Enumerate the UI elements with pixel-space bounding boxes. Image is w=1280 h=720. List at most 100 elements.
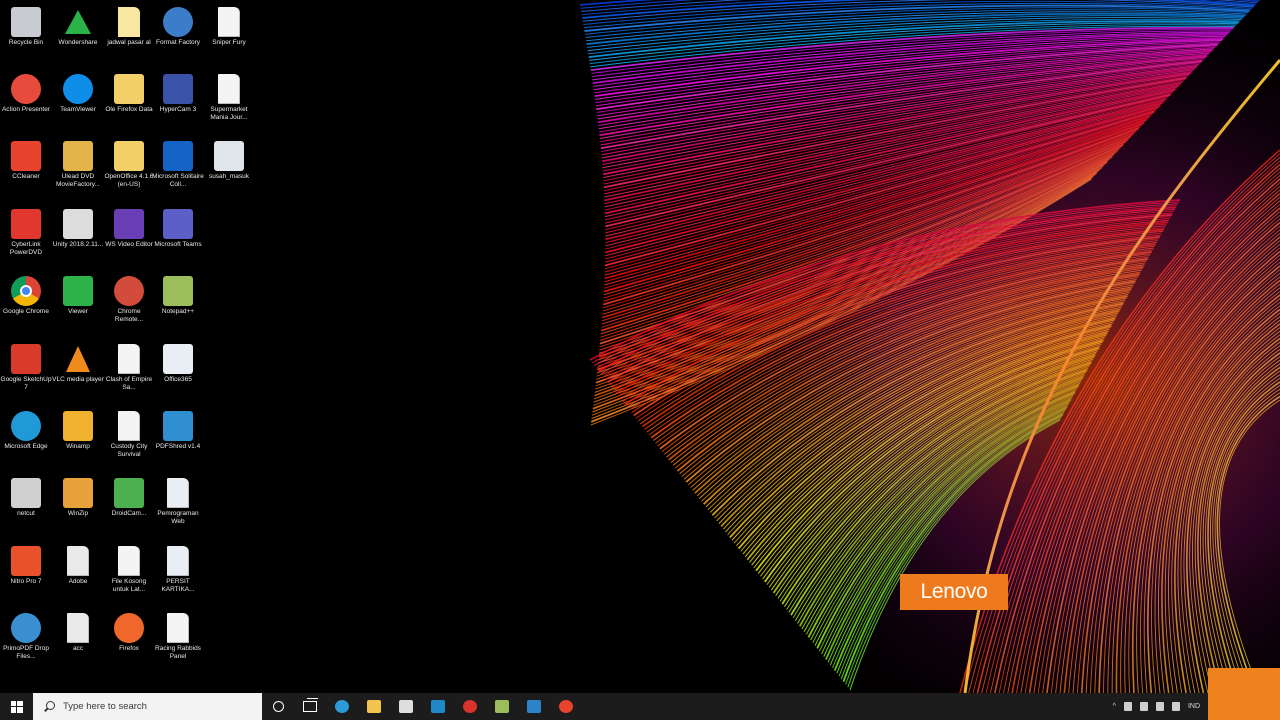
desktop-icon-pdfshred[interactable]: PDFShred v1.4: [152, 408, 204, 474]
office-icon: [163, 344, 193, 374]
taskbar-edge-pinned-button[interactable]: [326, 693, 358, 720]
search-input[interactable]: [63, 701, 253, 712]
desktop-icon-label: Google SketchUp 7: [0, 376, 52, 391]
cortana-button[interactable]: [262, 693, 294, 720]
desktop-icon-label: Supermarket Mania Jour...: [210, 106, 248, 121]
video-editor-icon: [114, 209, 144, 239]
desktop-icon-powerdvd[interactable]: CyberLink PowerDVD: [0, 206, 52, 272]
desktop-icon-ccleaner[interactable]: CCleaner: [0, 138, 52, 204]
desktop-icon-ulead[interactable]: Ulead DVD MovieFactory...: [52, 138, 104, 204]
file-icon: [118, 344, 140, 374]
start-button[interactable]: [0, 693, 33, 720]
desktop-icon-action-presenter[interactable]: Action Presenter: [0, 71, 52, 137]
desktop-icon-label: PERSIT KARTIKA...: [161, 578, 195, 593]
desktop-icon-label: CyberLink PowerDVD: [9, 241, 43, 256]
taskbar-mail-button[interactable]: [518, 693, 550, 720]
desktop-icon-file[interactable]: Clash of Empire Sa...: [103, 341, 155, 407]
desktop-icon-adobe[interactable]: Adobe: [52, 543, 104, 609]
mcafee-icon: [463, 700, 477, 713]
pdfshred-icon: [163, 411, 193, 441]
task-view-button[interactable]: [294, 693, 326, 720]
desktop-icon-openoffice[interactable]: OpenOffice 4.1.6 (en-US): [103, 138, 155, 204]
pinned-apps: [326, 693, 582, 720]
desktop-icon-acc[interactable]: acc: [52, 610, 104, 676]
battery-icon[interactable]: [1139, 702, 1148, 711]
desktop-icon-label: TeamViewer: [60, 106, 96, 113]
desktop-icon-file[interactable]: File Kosong untuk Lat...: [103, 543, 155, 609]
file-icon: [167, 478, 189, 508]
teamviewer-icon: [63, 74, 93, 104]
desktop-icon-vlc[interactable]: VLC media player: [52, 341, 104, 407]
desktop-icon-label: Firefox: [119, 645, 139, 652]
desktop-icon-file[interactable]: Pemrograman Web: [152, 475, 204, 541]
desktop-icon-label: Chrome Remote...: [114, 308, 144, 323]
file-icon: [218, 7, 240, 37]
desktop-icon-winzip[interactable]: WinZip: [52, 475, 104, 541]
desktop-icon-netcut[interactable]: netcut: [0, 475, 52, 541]
desktop-icon-notepad[interactable]: Notepad++: [152, 273, 204, 339]
network-icon[interactable]: [1123, 702, 1132, 711]
desktop-icon-nitro[interactable]: Nitro Pro 7: [0, 543, 52, 609]
taskbar-lenovo-vantage-button[interactable]: [422, 693, 454, 720]
desktop-icon-winamp[interactable]: Winamp: [52, 408, 104, 474]
desktop-icon-shortcut[interactable]: susah_masuk: [203, 138, 255, 204]
desktop-icon-sketchup[interactable]: Google SketchUp 7: [0, 341, 52, 407]
desktop-icon-label: Microsoft Edge: [4, 443, 48, 450]
desktop-icon-droidcam[interactable]: DroidCam...: [103, 475, 155, 541]
nitro-pinned-icon: [559, 700, 573, 713]
show-hidden-icons-chevron-icon[interactable]: ^: [1113, 703, 1116, 710]
chrome-icon: [11, 276, 41, 306]
desktop-icon-teamviewer[interactable]: TeamViewer: [52, 71, 104, 137]
desktop-icon-label: Custody City Survival: [110, 443, 148, 458]
wifi-icon[interactable]: [1171, 702, 1180, 711]
desktop-icon-label: File Kosong untuk Lat...: [111, 578, 147, 593]
desktop-icon-label: OpenOffice 4.1.6 (en-US): [104, 173, 154, 188]
desktop-icon-recycle-bin[interactable]: Recycle Bin: [0, 4, 52, 70]
taskbar-search-box[interactable]: [33, 693, 262, 720]
desktop-icon-file[interactable]: Custody City Survival: [103, 408, 155, 474]
desktop-icon-label: Office365: [164, 376, 192, 383]
desktop-icon-unity[interactable]: Unity 2018.2.11...: [52, 206, 104, 272]
hypercam-icon: [163, 74, 193, 104]
desktop-icon-label: Format Factory: [155, 39, 201, 46]
desktop-icon-label: Viewer: [68, 308, 88, 315]
desktop-icon-video-editor[interactable]: WS Video Editor: [103, 206, 155, 272]
taskbar-mcafee-button[interactable]: [454, 693, 486, 720]
desktop-icon-label: acc: [72, 645, 84, 652]
desktop-icon-wondershare[interactable]: Wondershare: [52, 4, 104, 70]
desktop-icon-edge[interactable]: Microsoft Edge: [0, 408, 52, 474]
desktop-icon-chrome-remote[interactable]: Chrome Remote...: [103, 273, 155, 339]
desktop-icon-label: WS Video Editor: [105, 241, 153, 248]
desktop-icon-teams[interactable]: Microsoft Teams: [152, 206, 204, 272]
desktop-icon-viewer[interactable]: Viewer: [52, 273, 104, 339]
desktop-icon-format-factory[interactable]: Format Factory: [152, 4, 204, 70]
language-indicator[interactable]: IND: [1188, 703, 1200, 710]
netcut-icon: [11, 478, 41, 508]
desktop-icon-file[interactable]: Supermarket Mania Jour...: [203, 71, 255, 137]
desktop-icon-folder[interactable]: Ole Firefox Data: [103, 71, 155, 137]
folder-icon: [114, 74, 144, 104]
desktop-icon-hypercam[interactable]: HyperCam 3: [152, 71, 204, 137]
edge-pinned-icon: [335, 700, 349, 713]
desktop-icon-solitaire[interactable]: Microsoft Solitaire Coll...: [152, 138, 204, 204]
taskbar-store-button[interactable]: [390, 693, 422, 720]
taskbar-notepad-pinned-button[interactable]: [486, 693, 518, 720]
desktop-icon-firefox[interactable]: Firefox: [103, 610, 155, 676]
desktop-icon-office[interactable]: Office365: [152, 341, 204, 407]
cortana-icon: [272, 701, 284, 712]
volume-icon[interactable]: [1155, 702, 1164, 711]
notepad-icon: [163, 276, 193, 306]
desktop-icon-label: WinZip: [67, 510, 89, 517]
desktop-icon-label: Nitro Pro 7: [10, 578, 42, 585]
desktop-icon-file[interactable]: jadwal pasar al: [103, 4, 155, 70]
openoffice-icon: [114, 141, 144, 171]
desktop-icon-chrome[interactable]: Google Chrome: [0, 273, 52, 339]
vlc-icon: [63, 344, 93, 374]
desktop-icon-file[interactable]: Racing Rabbids Panel: [152, 610, 204, 676]
desktop-icon-file[interactable]: Sniper Fury: [203, 4, 255, 70]
taskbar-nitro-pinned-button[interactable]: [550, 693, 582, 720]
desktop-icon-file[interactable]: PERSIT KARTIKA...: [152, 543, 204, 609]
taskbar-file-explorer-button[interactable]: [358, 693, 390, 720]
recycle-bin-icon: [11, 7, 41, 37]
desktop-icon-primopdf[interactable]: PrimoPDF Drop Files...: [0, 610, 52, 676]
